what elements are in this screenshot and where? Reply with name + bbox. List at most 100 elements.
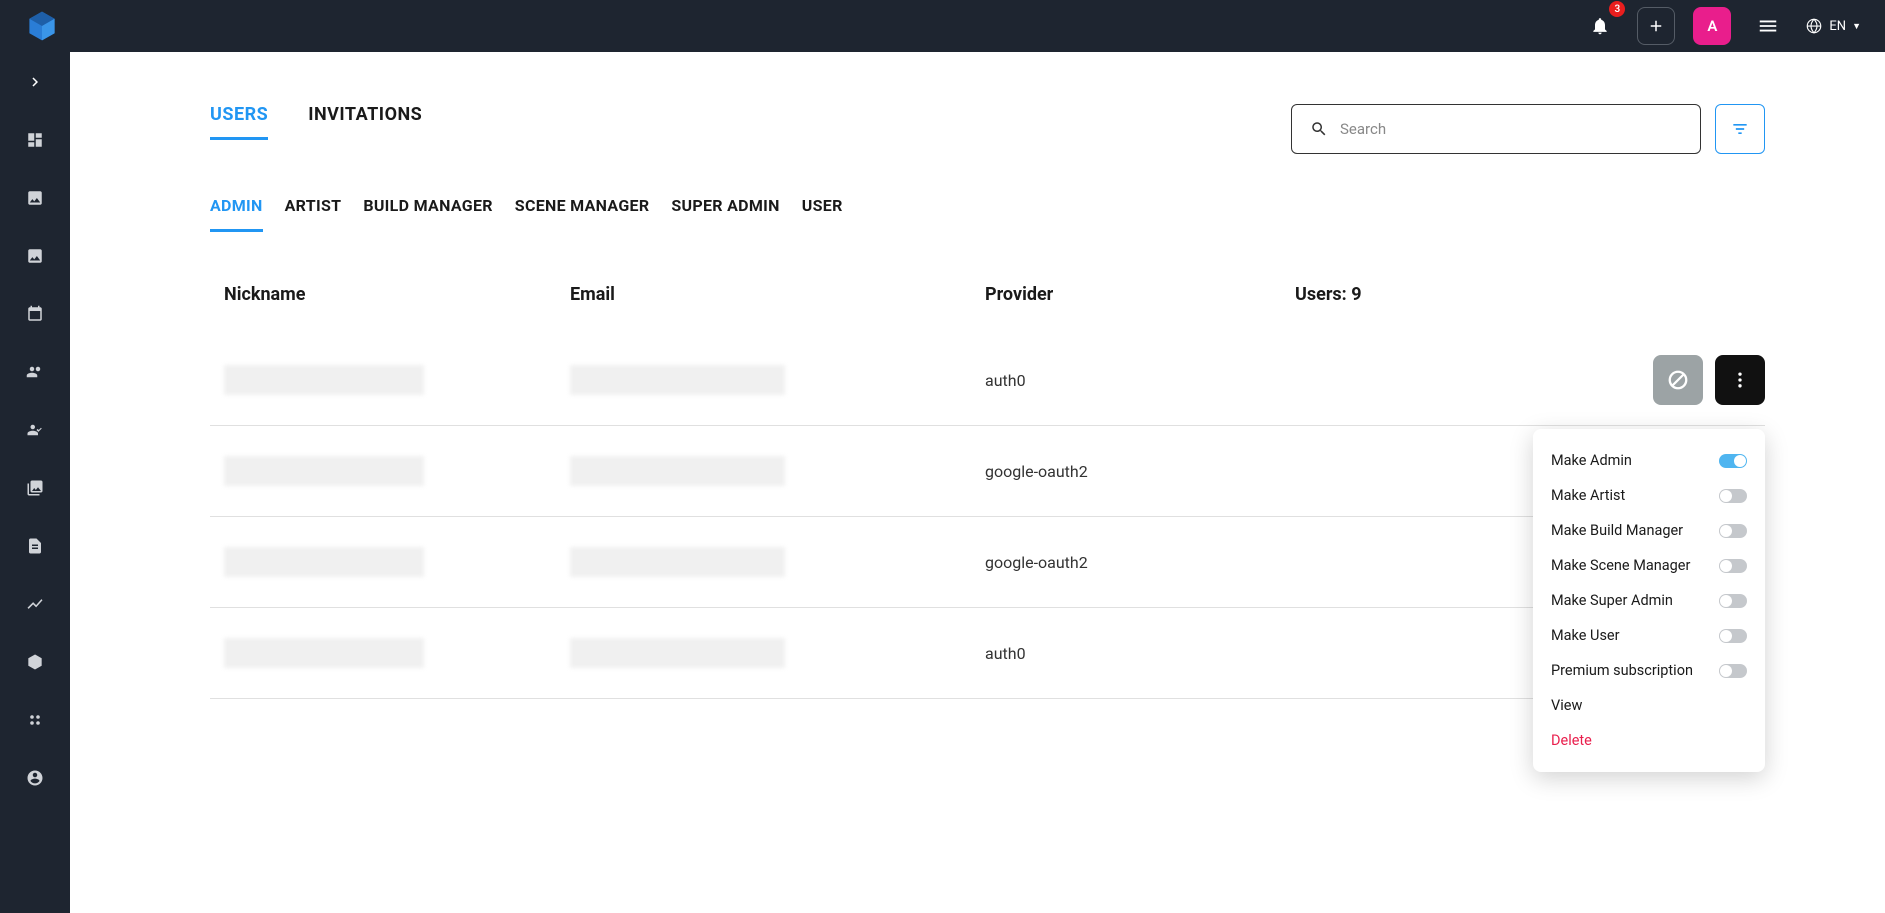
tab-admin[interactable]: ADMIN bbox=[210, 196, 263, 232]
toggle-make-scene-manager[interactable] bbox=[1719, 559, 1747, 573]
tab-super-admin[interactable]: SUPER ADMIN bbox=[671, 196, 779, 232]
tab-artist[interactable]: ARTIST bbox=[285, 196, 342, 232]
avatar-button[interactable]: A bbox=[1693, 7, 1731, 45]
table-row: auth0 Make Admin Make Artist Make Build … bbox=[210, 335, 1765, 426]
tab-build-manager[interactable]: BUILD MANAGER bbox=[363, 196, 492, 232]
tab-users[interactable]: USERS bbox=[210, 104, 268, 140]
user-check-icon bbox=[26, 421, 44, 439]
dropdown-make-build-manager[interactable]: Make Build Manager bbox=[1533, 513, 1765, 548]
ban-button[interactable] bbox=[1653, 355, 1703, 405]
users-icon bbox=[26, 363, 44, 381]
cell-email-redacted bbox=[570, 456, 785, 486]
notif-badge: 3 bbox=[1609, 1, 1625, 17]
header-provider: Provider bbox=[985, 284, 1295, 305]
filter-icon bbox=[1730, 119, 1750, 139]
account-icon bbox=[26, 769, 44, 787]
search-icon bbox=[1310, 120, 1328, 138]
dropdown-make-admin[interactable]: Make Admin bbox=[1533, 443, 1765, 478]
header-users-count: Users: 9 bbox=[1295, 284, 1765, 305]
globe-icon bbox=[1805, 17, 1823, 35]
notifications-button[interactable]: 3 bbox=[1581, 7, 1619, 45]
search-box[interactable] bbox=[1291, 104, 1701, 154]
calendar-icon bbox=[26, 305, 44, 323]
chevron-down-icon: ▼ bbox=[1852, 21, 1861, 32]
bell-icon bbox=[1590, 16, 1610, 36]
language-selector[interactable]: EN ▼ bbox=[1805, 17, 1861, 35]
menu-button[interactable] bbox=[1749, 7, 1787, 45]
toggle-make-admin[interactable] bbox=[1719, 454, 1747, 468]
sidebar-expand[interactable] bbox=[23, 70, 47, 94]
more-button[interactable] bbox=[1715, 355, 1765, 405]
cell-nickname-redacted bbox=[224, 365, 424, 395]
table-row: google-oauth2 bbox=[210, 426, 1765, 517]
dropdown-delete[interactable]: Delete bbox=[1533, 723, 1765, 758]
dots-grid-icon bbox=[26, 711, 44, 729]
users-table: Nickname Email Provider Users: 9 auth0 M… bbox=[210, 276, 1765, 729]
toggle-make-build-manager[interactable] bbox=[1719, 524, 1747, 538]
toggle-premium[interactable] bbox=[1719, 664, 1747, 678]
app-logo[interactable] bbox=[24, 8, 60, 44]
cube-icon bbox=[26, 653, 44, 671]
sidebar-item-calendar[interactable] bbox=[23, 302, 47, 326]
cell-provider: google-oauth2 bbox=[985, 553, 1295, 572]
sidebar-item-gallery-2[interactable] bbox=[23, 244, 47, 268]
tabs-primary: USERS INVITATIONS bbox=[210, 104, 422, 140]
toggle-make-artist[interactable] bbox=[1719, 489, 1747, 503]
sidebar-item-3d[interactable] bbox=[23, 650, 47, 674]
file-icon bbox=[26, 537, 44, 555]
sidebar-item-dashboard[interactable] bbox=[23, 128, 47, 152]
sidebar-item-gallery-1[interactable] bbox=[23, 186, 47, 210]
header-nickname: Nickname bbox=[210, 284, 570, 305]
tab-invitations[interactable]: INVITATIONS bbox=[308, 104, 422, 140]
chevron-right-icon bbox=[26, 73, 44, 91]
hamburger-icon bbox=[1757, 15, 1779, 37]
cell-nickname-redacted bbox=[224, 638, 424, 668]
sidebar-item-users[interactable] bbox=[23, 360, 47, 384]
cell-provider: auth0 bbox=[985, 371, 1295, 390]
table-header: Nickname Email Provider Users: 9 bbox=[210, 276, 1765, 335]
cell-email-redacted bbox=[570, 365, 785, 395]
tab-scene-manager[interactable]: SCENE MANAGER bbox=[515, 196, 650, 232]
cell-nickname-redacted bbox=[224, 547, 424, 577]
lang-label: EN bbox=[1829, 19, 1846, 34]
toggle-make-super-admin[interactable] bbox=[1719, 594, 1747, 608]
plus-icon bbox=[1647, 17, 1665, 35]
dropdown-make-super-admin[interactable]: Make Super Admin bbox=[1533, 583, 1765, 618]
search-input[interactable] bbox=[1340, 120, 1682, 138]
more-vert-icon bbox=[1730, 370, 1750, 390]
cell-nickname-redacted bbox=[224, 456, 424, 486]
images-icon bbox=[26, 479, 44, 497]
sidebar bbox=[0, 52, 70, 913]
sidebar-item-images[interactable] bbox=[23, 476, 47, 500]
table-row: google-oauth2 bbox=[210, 517, 1765, 608]
image-icon bbox=[26, 189, 44, 207]
main-content: USERS INVITATIONS ADMIN ARTIST BUILD MAN… bbox=[70, 52, 1885, 769]
cell-email-redacted bbox=[570, 547, 785, 577]
sidebar-item-file[interactable] bbox=[23, 534, 47, 558]
dropdown-view[interactable]: View bbox=[1533, 688, 1765, 723]
dropdown-make-scene-manager[interactable]: Make Scene Manager bbox=[1533, 548, 1765, 583]
tab-user[interactable]: USER bbox=[802, 196, 843, 232]
cell-email-redacted bbox=[570, 638, 785, 668]
filter-button[interactable] bbox=[1715, 104, 1765, 154]
chart-icon bbox=[26, 595, 44, 613]
dropdown-premium[interactable]: Premium subscription bbox=[1533, 653, 1765, 688]
table-row: auth0 bbox=[210, 608, 1765, 699]
cell-provider: google-oauth2 bbox=[985, 462, 1295, 481]
dropdown-make-user[interactable]: Make User bbox=[1533, 618, 1765, 653]
toggle-make-user[interactable] bbox=[1719, 629, 1747, 643]
header-email: Email bbox=[570, 284, 985, 305]
ban-icon bbox=[1667, 369, 1689, 391]
tabs-secondary: ADMIN ARTIST BUILD MANAGER SCENE MANAGER… bbox=[210, 196, 1765, 232]
sidebar-item-account[interactable] bbox=[23, 766, 47, 790]
sidebar-item-apps[interactable] bbox=[23, 708, 47, 732]
row-actions-dropdown: Make Admin Make Artist Make Build Manage… bbox=[1533, 429, 1765, 772]
sidebar-item-analytics[interactable] bbox=[23, 592, 47, 616]
sidebar-item-user-check[interactable] bbox=[23, 418, 47, 442]
dropdown-make-artist[interactable]: Make Artist bbox=[1533, 478, 1765, 513]
avatar-initial: A bbox=[1707, 17, 1717, 35]
topbar: 3 A EN ▼ bbox=[0, 0, 1885, 52]
table-row bbox=[210, 699, 1765, 729]
cell-provider: auth0 bbox=[985, 644, 1295, 663]
add-button[interactable] bbox=[1637, 7, 1675, 45]
